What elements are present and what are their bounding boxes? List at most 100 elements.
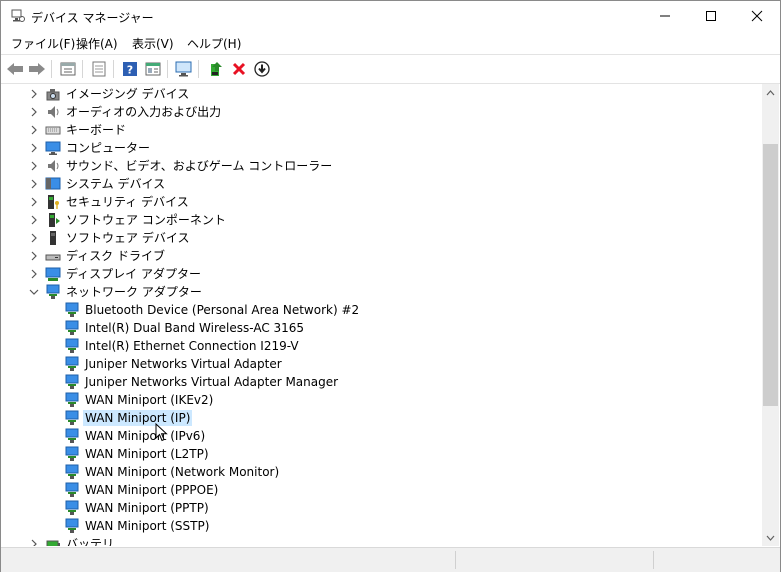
tree-item-label: ディスプレイ アダプター — [66, 267, 201, 281]
tree-child-item[interactable]: WAN Miniport (PPTP) — [2, 499, 762, 517]
menu-file[interactable]: ファイル(F) — [11, 35, 75, 52]
software-component-icon — [49, 213, 60, 227]
chevron-right-icon[interactable] — [28, 538, 40, 546]
tree-child-label: Intel(R) Dual Band Wireless-AC 3165 — [85, 321, 305, 335]
add-driver-icon — [211, 62, 222, 76]
chevron-right-icon[interactable] — [28, 196, 40, 208]
display-adapter-icon — [45, 267, 61, 281]
toolbar-separator — [198, 60, 199, 78]
tree-child-label: Intel(R) Ethernet Connection I219-V — [85, 339, 299, 353]
tree-child-item[interactable]: Intel(R) Dual Band Wireless-AC 3165 — [2, 319, 762, 337]
scroll-thumb[interactable] — [763, 144, 778, 406]
network-adapter-icon — [46, 284, 60, 299]
chevron-right-icon[interactable] — [28, 178, 40, 190]
back-button[interactable] — [5, 59, 25, 79]
tree-item-software-component[interactable]: ソフトウェア コンポーネント — [2, 211, 762, 229]
network-adapter-icon — [65, 518, 79, 533]
menu-bar: ファイル(F) 操作(A) 表示(V) ヘルプ(H) — [1, 31, 780, 53]
close-button[interactable] — [734, 1, 780, 31]
window-title: デバイス マネージャー — [31, 11, 154, 25]
tree-item-display-adapter[interactable]: ディスプレイ アダプター — [2, 265, 762, 283]
menu-view[interactable]: 表示(V) — [132, 35, 174, 52]
properties-button[interactable] — [58, 59, 78, 79]
tree-child-label: WAN Miniport (Network Monitor) — [85, 465, 280, 479]
tree-item-network-adapter[interactable]: ネットワーク アダプター — [2, 283, 762, 301]
chevron-right-icon[interactable] — [28, 214, 40, 226]
network-adapter-icon — [65, 500, 79, 515]
minimize-button[interactable] — [642, 1, 688, 31]
tree-item-security[interactable]: セキュリティ デバイス — [2, 193, 762, 211]
tree-child-item[interactable]: Bluetooth Device (Personal Area Network)… — [2, 301, 762, 319]
scroll-up-button[interactable] — [762, 84, 779, 101]
network-adapter-icon — [65, 320, 79, 335]
chevron-right-icon[interactable] — [28, 232, 40, 244]
tree-item-label: オーディオの入力および出力 — [66, 105, 222, 119]
tree-item-software-device[interactable]: ソフトウェア デバイス — [2, 229, 762, 247]
view-button[interactable] — [143, 59, 163, 79]
tree-child-label: WAN Miniport (IP) — [83, 410, 193, 426]
device-tree[interactable]: イメージング デバイス オーディオの入力および出力 キーボード コンピューター — [2, 84, 762, 546]
system-device-icon — [45, 177, 61, 190]
chevron-right-icon[interactable] — [28, 124, 40, 136]
tree-child-item[interactable]: WAN Miniport (IPv6) — [2, 427, 762, 445]
tree-item-sound-video[interactable]: サウンド、ビデオ、およびゲーム コントローラー — [2, 157, 762, 175]
sound-video-icon — [48, 160, 59, 172]
toolbar-separator — [167, 60, 168, 78]
download-icon — [254, 61, 270, 77]
chevron-right-icon[interactable] — [28, 88, 40, 100]
chevron-down-icon[interactable] — [28, 286, 40, 298]
menu-help[interactable]: ヘルプ(H) — [187, 35, 241, 52]
menu-action[interactable]: 操作(A) — [76, 35, 118, 52]
status-divider — [653, 551, 654, 569]
network-adapter-icon — [65, 392, 79, 407]
tree-child-item[interactable]: WAN Miniport (PPPOE) — [2, 481, 762, 499]
uninstall-button[interactable] — [229, 59, 249, 79]
tree-item-imaging[interactable]: イメージング デバイス — [2, 85, 762, 103]
chevron-right-icon[interactable] — [28, 142, 40, 154]
device-manager-window: デバイス マネージャー ファイル(F) 操作(A) 表示(V) ヘルプ(H) ?… — [0, 0, 781, 572]
vertical-scrollbar[interactable] — [762, 84, 779, 546]
help-icon: ? — [123, 62, 137, 77]
update-driver-list-button[interactable] — [89, 59, 109, 79]
chevron-right-icon[interactable] — [28, 268, 40, 280]
tree-child-item[interactable]: Juniper Networks Virtual Adapter — [2, 355, 762, 373]
tree-item-keyboard[interactable]: キーボード — [2, 121, 762, 139]
tree-item-disk-drive[interactable]: ディスク ドライブ — [2, 247, 762, 265]
network-adapter-icon — [65, 374, 79, 389]
chevron-right-icon[interactable] — [28, 250, 40, 262]
scan-hardware-button[interactable] — [174, 59, 194, 79]
keyboard-icon — [45, 126, 61, 135]
help-button[interactable]: ? — [120, 59, 140, 79]
tree-child-item[interactable]: WAN Miniport (SSTP) — [2, 517, 762, 535]
tree-child-item-selected[interactable]: WAN Miniport (IP) — [2, 409, 762, 427]
chevron-right-icon[interactable] — [28, 106, 40, 118]
tree-item-battery[interactable]: バッテリ — [2, 535, 762, 546]
scroll-down-button[interactable] — [762, 529, 779, 546]
network-adapter-icon — [65, 446, 79, 461]
tree-child-item[interactable]: WAN Miniport (L2TP) — [2, 445, 762, 463]
tree-item-computer[interactable]: コンピューター — [2, 139, 762, 157]
tree-child-label: Juniper Networks Virtual Adapter — [85, 357, 282, 371]
tree-item-system[interactable]: システム デバイス — [2, 175, 762, 193]
battery-icon — [46, 540, 60, 546]
tree-item-label: ソフトウェア コンポーネント — [66, 213, 226, 227]
title-bar[interactable]: デバイス マネージャー — [1, 1, 780, 31]
toolbar-separator — [82, 60, 83, 78]
chevron-right-icon[interactable] — [28, 160, 40, 172]
add-driver-button[interactable] — [206, 59, 226, 79]
maximize-button[interactable] — [688, 1, 734, 31]
tree-child-item[interactable]: Intel(R) Ethernet Connection I219-V — [2, 337, 762, 355]
tree-child-label: WAN Miniport (L2TP) — [85, 447, 209, 461]
tree-item-audio-io[interactable]: オーディオの入力および出力 — [2, 103, 762, 121]
tree-child-item[interactable]: WAN Miniport (IKEv2) — [2, 391, 762, 409]
tree-item-label: ネットワーク アダプター — [66, 285, 202, 299]
forward-button[interactable] — [27, 59, 47, 79]
tree-child-label: WAN Miniport (IKEv2) — [85, 393, 214, 407]
tree-child-item[interactable]: Juniper Networks Virtual Adapter Manager — [2, 373, 762, 391]
download-button[interactable] — [252, 59, 272, 79]
network-adapter-icon — [65, 428, 79, 443]
disk-drive-icon — [45, 254, 61, 261]
status-divider — [455, 551, 456, 569]
tree-child-item[interactable]: WAN Miniport (Network Monitor) — [2, 463, 762, 481]
network-adapter-icon — [65, 356, 79, 371]
